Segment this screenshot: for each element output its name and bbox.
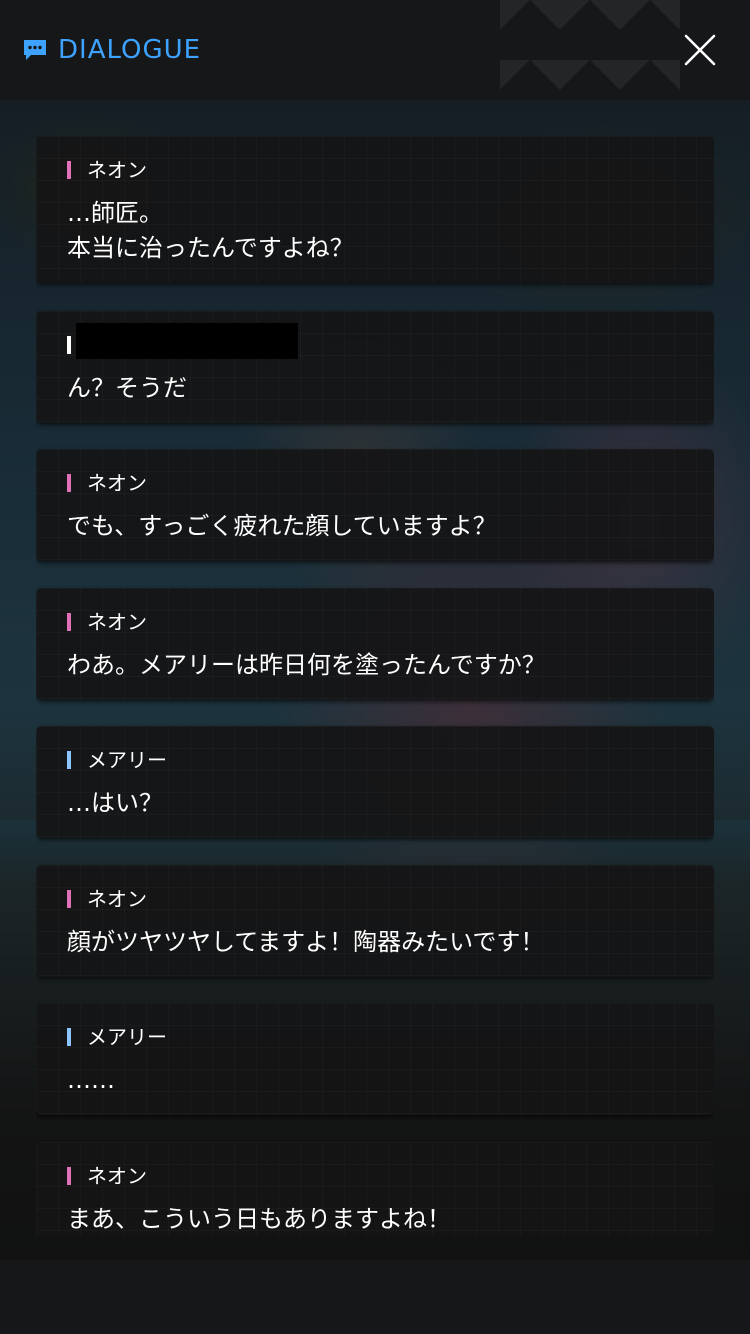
dialogue-text: …… — [67, 1063, 115, 1098]
dialogue-line: …… — [67, 1066, 115, 1094]
dialogue-text: まあ、こういう日もありますよね！ — [67, 1202, 451, 1236]
dialogue-entry: ネオン顔がツヤツヤしてますよ！陶器みたいです！ — [36, 865, 714, 977]
dialogue-title: DIALOGUE — [58, 35, 202, 65]
dialogue-line: …師匠。 — [67, 199, 163, 227]
speaker-color-bar — [67, 890, 71, 908]
dialogue-entry: メアリー …はい？ — [36, 726, 714, 838]
speaker-name-redacted — [76, 323, 298, 359]
dialogue-entry: ネオンわあ。メアリーは昨日何を塗ったんですか？ — [36, 588, 714, 700]
dialogue-text: でも、すっごく疲れた顔していますよ？ — [67, 509, 497, 544]
dialogue-text: …師匠。本当に治ったんですよね？ — [67, 196, 354, 266]
dialogue-line: まあ、こういう日もありますよね！ — [67, 1205, 451, 1233]
dialogue-entry: ネオンでも、すっごく疲れた顔していますよ？ — [36, 449, 714, 561]
speaker-color-bar — [67, 613, 71, 631]
dialogue-line: わあ。メアリーは昨日何を塗ったんですか？ — [67, 651, 546, 679]
dialogue-log[interactable]: ネオン …師匠。 本当に治ったんですよね？ ん？そうだ ネオン でも、すっごく疲れた顔して… — [36, 136, 714, 1236]
speaker-name: ネオン — [87, 471, 147, 495]
dialogue-line: ん？そうだ — [67, 374, 187, 402]
dialogue-entry: ネオンまあ、こういう日もありますよね！ — [36, 1142, 714, 1236]
dialogue-entry: ん？そうだ — [36, 311, 714, 423]
dialogue-entry: ネオン …師匠。本当に治ったんですよね？ — [36, 136, 714, 283]
dialogue-header: DIALOGUE — [0, 0, 750, 100]
speaker-name: ネオン — [87, 610, 147, 634]
dialogue-entry: メアリー …… — [36, 1003, 714, 1115]
speaker-color-bar — [67, 336, 71, 354]
dialogue-line: でも、すっごく疲れた顔していますよ？ — [67, 512, 497, 540]
speaker-name: メアリー — [87, 748, 167, 772]
speaker-name: ネオン — [87, 158, 147, 182]
speaker-color-bar — [67, 161, 71, 179]
dialogue-line: …はい？ — [67, 789, 163, 817]
speaker-color-bar — [67, 1167, 71, 1185]
speaker-name: ネオン — [87, 1164, 147, 1188]
dialogue-line: 本当に治ったんですよね？ — [67, 234, 354, 262]
chat-bubble-icon — [24, 40, 46, 60]
dialogue-text: …はい？ — [67, 786, 163, 821]
speaker-color-bar — [67, 474, 71, 492]
speaker-name: メアリー — [87, 1025, 167, 1049]
dialogue-text: ん？そうだ — [67, 371, 187, 406]
close-icon[interactable] — [680, 30, 720, 70]
speaker-name: ネオン — [87, 887, 147, 911]
dialogue-line: 顔がツヤツヤしてますよ！陶器みたいです！ — [67, 928, 545, 956]
speaker-color-bar — [67, 1028, 71, 1046]
speaker-color-bar — [67, 751, 71, 769]
dialogue-text: わあ。メアリーは昨日何を塗ったんですか？ — [67, 648, 546, 683]
dialogue-text: 顔がツヤツヤしてますよ！陶器みたいです！ — [67, 925, 544, 960]
